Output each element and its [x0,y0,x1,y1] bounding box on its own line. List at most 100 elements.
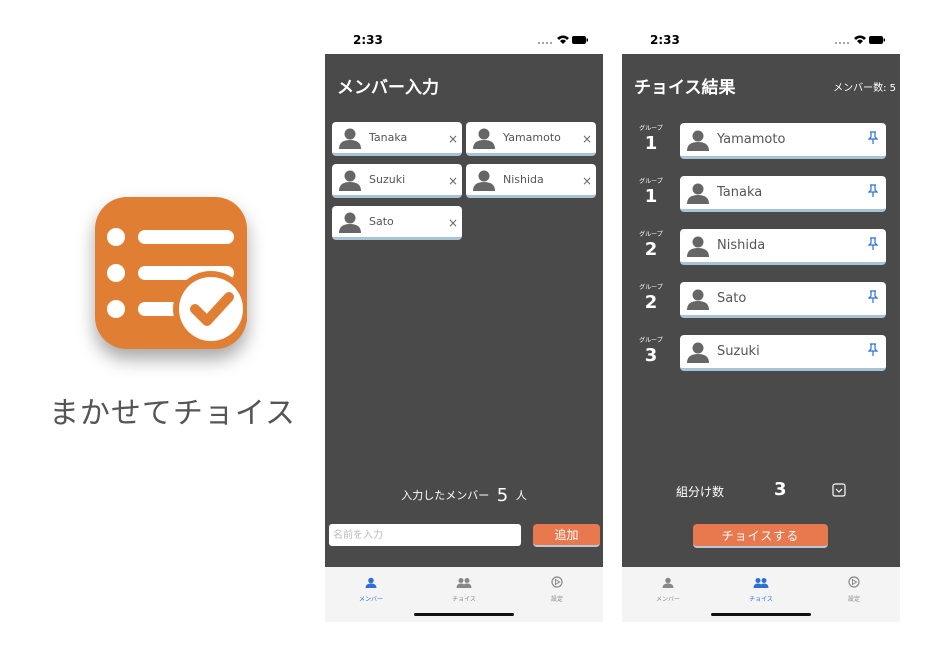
tab-settings[interactable]: 設定 [808,573,900,603]
member-name: Sato [369,215,394,228]
result-card[interactable]: Sato [680,282,886,318]
entered-label: 入力したメンバー [401,489,490,502]
pin-icon[interactable] [868,237,878,251]
person-icon [339,170,361,191]
choice-result-screen: 2:33 チョイス結果 メンバー数: 5 グループ 1 Yamamoto グルー… [622,27,900,622]
result-card[interactable]: Yamamoto [680,123,886,159]
screen-title: メンバー入力 [337,78,439,98]
group-number: グループ 1 [636,123,666,154]
member-input-screen: 2:33 メンバー入力 Tanaka × Yamamoto × Suzuki ×… [325,27,603,622]
remove-icon[interactable]: × [582,174,592,188]
member-count: メンバー数: 5 [833,83,896,94]
member-chip[interactable]: Nishida × [466,164,596,198]
app-name: まかせてチョイス [48,396,297,431]
status-bar: 2:33 [325,27,603,54]
tab-settings[interactable]: 設定 [511,573,603,603]
entered-count: 5 [496,485,509,506]
tab-label: チョイス [452,596,476,603]
member-chip[interactable]: Tanaka × [332,122,462,156]
group-number: グループ 1 [636,176,666,207]
status-icons [835,35,885,44]
member-name: Suzuki [369,173,406,186]
group-number: グループ 2 [636,282,666,313]
group-label: グループ [639,337,663,344]
person-icon [473,128,495,149]
person-icon [687,342,709,363]
status-time: 2:33 [650,33,680,47]
result-card[interactable]: Nishida [680,229,886,265]
app-icon [95,197,247,349]
tab-choice[interactable]: チョイス [418,573,510,603]
remove-icon[interactable]: × [448,132,458,146]
people-icon [753,578,769,588]
tab-bar: メンバー チョイス 設定 [622,567,900,622]
remove-icon[interactable]: × [448,174,458,188]
people-icon [456,578,472,588]
result-name: Nishida [717,238,766,253]
name-input[interactable] [329,524,521,546]
settings-icon [551,576,563,588]
member-chip[interactable]: Suzuki × [332,164,462,198]
member-name: Tanaka [369,131,408,144]
groups-label: 組分け数 [676,485,725,499]
person-icon [662,577,674,588]
tab-label: チョイス [749,596,773,603]
tab-members[interactable]: メンバー [622,573,714,603]
remove-icon[interactable]: × [582,132,592,146]
pin-icon[interactable] [868,184,878,198]
person-icon [339,212,361,233]
group-number: グループ 2 [636,229,666,260]
person-icon [687,289,709,310]
settings-icon [848,576,860,588]
person-icon [687,130,709,151]
tab-label: 設定 [550,596,563,603]
result-name: Yamamoto [717,132,786,147]
group-value: 3 [644,345,658,366]
screen-title: チョイス結果 [634,78,736,98]
home-indicator [711,613,811,616]
result-card[interactable]: Suzuki [680,335,886,371]
tab-label: 設定 [847,596,860,603]
add-button[interactable]: 追加 [533,524,600,547]
pin-icon[interactable] [868,131,878,145]
member-chip[interactable]: Sato × [332,206,462,240]
result-name: Sato [717,291,747,306]
group-label: グループ [639,125,663,132]
remove-icon[interactable]: × [448,216,458,230]
person-icon [687,183,709,204]
entered-count-row: 入力したメンバー 5 人 [325,485,603,506]
group-value: 1 [644,133,658,154]
tab-label: メンバー [655,596,680,603]
entered-unit: 人 [515,489,527,502]
group-label: グループ [639,178,663,185]
pin-icon[interactable] [868,343,878,357]
status-bar: 2:33 [622,27,900,54]
group-value: 2 [644,239,658,260]
member-name: Yamamoto [503,131,561,144]
result-card[interactable]: Tanaka [680,176,886,212]
tab-members[interactable]: メンバー [325,573,417,603]
status-time: 2:33 [353,33,383,47]
status-icons [538,35,588,44]
home-indicator [414,613,514,616]
tab-bar: メンバー チョイス 設定 [325,567,603,622]
group-value: 1 [644,186,658,207]
choice-button[interactable]: チョイスする [693,524,828,548]
pin-icon[interactable] [868,290,878,304]
chevron-down-icon[interactable] [832,483,846,497]
member-name: Nishida [503,173,544,186]
group-label: グループ [639,231,663,238]
person-icon [473,170,495,191]
tab-label: メンバー [358,596,383,603]
person-icon [339,128,361,149]
group-number: グループ 3 [636,335,666,366]
person-icon [365,577,377,588]
tab-choice[interactable]: チョイス [715,573,807,603]
member-chip[interactable]: Yamamoto × [466,122,596,156]
group-label: グループ [639,284,663,291]
result-name: Tanaka [717,185,763,200]
person-icon [687,236,709,257]
result-name: Suzuki [717,344,760,359]
groups-value: 3 [774,479,787,500]
group-value: 2 [644,292,658,313]
